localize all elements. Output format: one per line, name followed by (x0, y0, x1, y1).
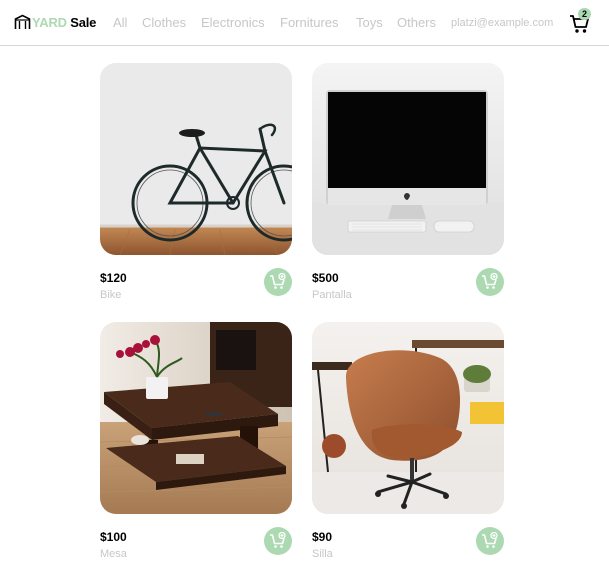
product-image-bike[interactable] (100, 63, 292, 255)
nav-link-fornitures[interactable]: Fornitures (280, 15, 339, 31)
add-to-cart-icon (482, 532, 498, 548)
add-to-cart-button[interactable] (264, 268, 292, 296)
add-to-cart-icon (270, 273, 286, 289)
nav-link-all[interactable]: All (113, 15, 127, 31)
logo-text: YARD Sale (32, 15, 96, 30)
product-name: Pantalla (312, 289, 352, 301)
product-price: $90 (312, 530, 333, 544)
product-image-silla[interactable] (312, 322, 504, 514)
cart-button[interactable]: 2 (569, 8, 595, 34)
add-to-cart-button[interactable] (476, 268, 504, 296)
add-to-cart-button[interactable] (476, 527, 504, 555)
product-image-pantalla[interactable] (312, 63, 504, 255)
nav-link-clothes[interactable]: Clothes (142, 15, 186, 31)
nav-link-electronics[interactable]: Electronics (201, 15, 265, 31)
gate-icon (14, 14, 31, 29)
add-to-cart-button[interactable] (264, 527, 292, 555)
cart-count-badge: 2 (578, 8, 591, 20)
user-email[interactable]: platzi@example.com (451, 15, 553, 31)
product-name: Silla (312, 548, 333, 560)
product-name: Bike (100, 289, 122, 301)
add-to-cart-icon (270, 532, 286, 548)
product-name: Mesa (100, 548, 127, 560)
logo-text-sale: Sale (70, 14, 97, 30)
product-price: $100 (100, 530, 127, 544)
nav-link-others[interactable]: Others (397, 15, 436, 31)
product-image-mesa[interactable] (100, 322, 292, 514)
add-to-cart-icon (482, 273, 498, 289)
nav-link-toys[interactable]: Toys (356, 15, 383, 31)
navbar: YARD Sale All Clothes Electronics Fornit… (0, 0, 609, 46)
logo-text-yard: YARD (32, 14, 67, 30)
logo[interactable]: YARD Sale (14, 12, 96, 32)
product-price: $500 (312, 271, 339, 285)
product-price: $120 (100, 271, 127, 285)
